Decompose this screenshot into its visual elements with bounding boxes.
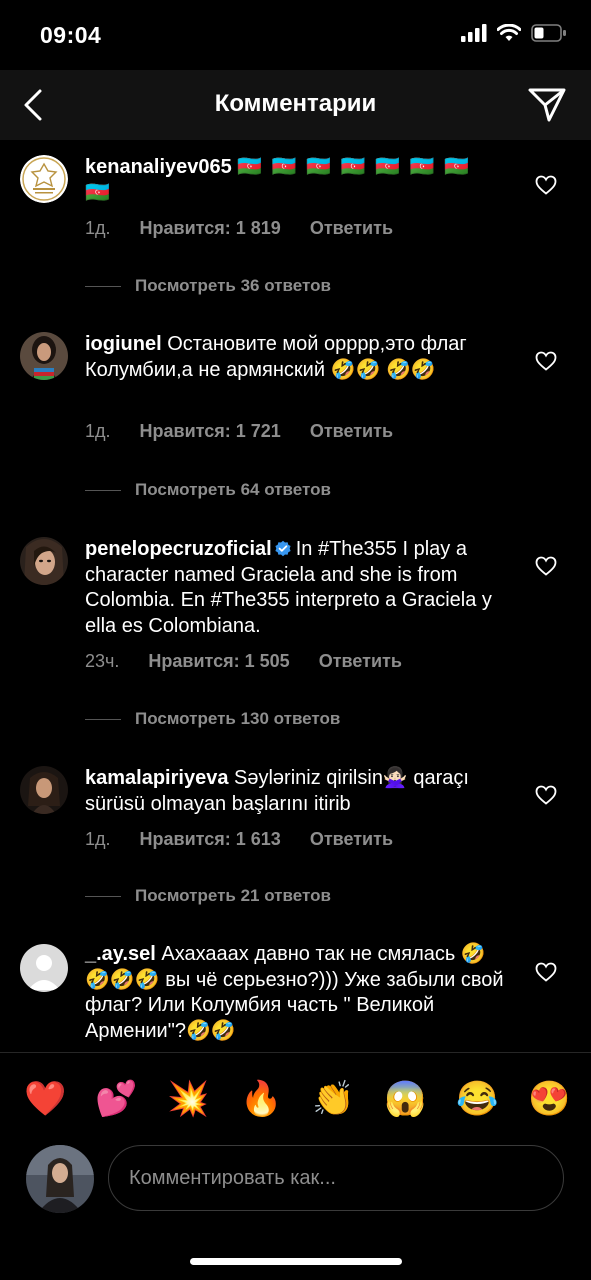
like-heart-icon[interactable] xyxy=(535,962,557,982)
view-replies-button[interactable]: Посмотреть 21 ответов xyxy=(85,886,331,906)
comment-text: iogiunel Остановите мой орррр,это флаг К… xyxy=(85,332,505,383)
comment-text: kenanaliyev065 🇦🇿 🇦🇿 🇦🇿 🇦🇿 🇦🇿 🇦🇿 🇦🇿 🇦🇿 xyxy=(85,155,505,206)
flag-emojis: 🇦🇿 🇦🇿 🇦🇿 🇦🇿 🇦🇿 🇦🇿 🇦🇿 xyxy=(237,156,471,178)
emoji-clap[interactable]: 👏 xyxy=(312,1079,354,1119)
like-heart-icon[interactable] xyxy=(535,556,557,576)
comment-meta: 23ч. Нравится: 1 505 Ответить xyxy=(85,651,426,672)
signal-icon xyxy=(461,24,487,42)
reply-button[interactable]: Ответить xyxy=(319,651,402,671)
emoji-scream[interactable]: 😱 xyxy=(384,1079,426,1119)
emoji-heart[interactable]: ❤️ xyxy=(24,1079,66,1119)
comment-time: 1д. xyxy=(85,218,111,238)
comment-text: penelopecruzoficial In #The355 I play a … xyxy=(85,537,505,639)
emblem-avatar-icon xyxy=(20,155,68,203)
view-replies-button[interactable]: Посмотреть 36 ответов xyxy=(85,276,331,296)
user-photo-avatar-icon xyxy=(20,332,68,380)
comment-likes[interactable]: Нравится: 1 505 xyxy=(148,651,289,671)
like-heart-icon[interactable] xyxy=(535,175,557,195)
emoji-fire[interactable]: 🔥 xyxy=(240,1079,282,1119)
user-photo-avatar-icon xyxy=(20,766,68,814)
avatar[interactable] xyxy=(20,332,68,380)
comment-likes[interactable]: Нравится: 1 819 xyxy=(140,218,281,238)
comment-time: 23ч. xyxy=(85,651,120,671)
comment-input-placeholder: Комментировать как... xyxy=(129,1167,336,1189)
view-replies-label: Посмотреть 130 ответов xyxy=(135,709,341,728)
avatar[interactable] xyxy=(20,766,68,814)
emoji-two-hearts[interactable]: 💕 xyxy=(95,1079,137,1119)
flag-emojis-line2: 🇦🇿 xyxy=(85,181,112,204)
header: Комментарии xyxy=(0,70,591,140)
emoji-joy[interactable]: 😂 xyxy=(456,1079,498,1119)
battery-icon xyxy=(531,24,566,42)
user-photo-avatar-icon xyxy=(20,537,68,585)
comments-list: kenanaliyev065 🇦🇿 🇦🇿 🇦🇿 🇦🇿 🇦🇿 🇦🇿 🇦🇿 🇦🇿 1… xyxy=(0,140,591,1052)
default-avatar-icon xyxy=(20,944,68,992)
comment-username[interactable]: penelopecruzoficial xyxy=(85,538,272,560)
comment-time: 1д. xyxy=(85,829,111,849)
view-replies-button[interactable]: Посмотреть 130 ответов xyxy=(85,709,340,729)
user-photo-avatar-icon xyxy=(26,1145,94,1213)
comment-meta: 1д. Нравится: 1 721 Ответить xyxy=(85,421,417,442)
emoji-heart-eyes[interactable]: 😍 xyxy=(528,1079,570,1119)
status-icons xyxy=(461,24,567,42)
reply-button[interactable]: Ответить xyxy=(310,218,393,238)
view-replies-label: Посмотреть 36 ответов xyxy=(135,276,331,295)
avatar[interactable] xyxy=(20,155,68,203)
comment-likes[interactable]: Нравится: 1 613 xyxy=(140,829,281,849)
replies-divider xyxy=(85,285,121,287)
comment-composer: Комментировать как... xyxy=(0,1142,591,1232)
reply-button[interactable]: Ответить xyxy=(310,829,393,849)
page-title: Комментарии xyxy=(214,90,377,117)
avatar[interactable] xyxy=(20,537,68,585)
comment-meta: 1д. Нравится: 1 819 Ответить xyxy=(85,218,417,239)
avatar[interactable] xyxy=(20,944,68,992)
comment-meta: 1д. Нравится: 1 613 Ответить xyxy=(85,829,417,850)
current-user-avatar xyxy=(26,1145,94,1213)
status-time: 09:04 xyxy=(40,22,102,48)
comment-username[interactable]: _.ay.sel xyxy=(85,943,156,965)
verified-badge-icon xyxy=(275,540,291,557)
wifi-icon xyxy=(497,24,521,41)
quick-reactions-bar: ❤️ 💕 💥 🔥 👏 😱 😂 😍 xyxy=(0,1052,591,1143)
status-bar: 09:04 xyxy=(0,0,591,70)
view-replies-button[interactable]: Посмотреть 64 ответов xyxy=(85,480,331,500)
home-indicator[interactable] xyxy=(190,1258,402,1265)
comment-input[interactable]: Комментировать как... xyxy=(108,1145,564,1211)
view-replies-label: Посмотреть 64 ответов xyxy=(135,480,331,499)
view-replies-label: Посмотреть 21 ответов xyxy=(135,886,331,905)
reply-button[interactable]: Ответить xyxy=(310,421,393,441)
comment-time: 1д. xyxy=(85,421,111,441)
replies-divider xyxy=(85,718,121,720)
emoji-collision[interactable]: 💥 xyxy=(167,1079,209,1119)
like-heart-icon[interactable] xyxy=(535,785,557,805)
direct-send-icon[interactable] xyxy=(527,86,567,124)
comment-text: _.ay.sel Ахахааах давно так не смялась 🤣… xyxy=(85,942,505,1044)
comment-username[interactable]: kenanaliyev065 xyxy=(85,156,232,178)
replies-divider xyxy=(85,489,121,491)
like-heart-icon[interactable] xyxy=(535,351,557,371)
replies-divider xyxy=(85,895,121,897)
comment-username[interactable]: kamalapiriyeva xyxy=(85,767,228,789)
comment-username[interactable]: iogiunel xyxy=(85,333,162,355)
comment-likes[interactable]: Нравится: 1 721 xyxy=(140,421,281,441)
comment-text: kamalapiriyeva Səyləriniz qirilsin🙅🏻‍♀️ … xyxy=(85,766,505,817)
